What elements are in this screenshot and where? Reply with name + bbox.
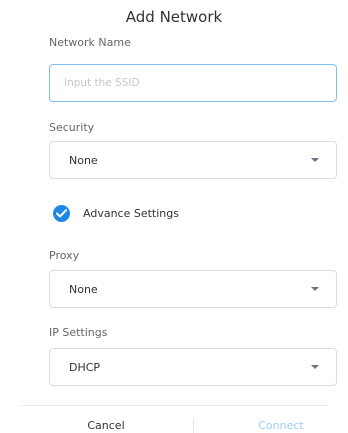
button-divider	[193, 419, 194, 433]
footer-divider	[20, 405, 328, 406]
network-name-input[interactable]	[49, 64, 337, 102]
caret-down-icon	[311, 287, 319, 291]
check-circle-icon[interactable]	[53, 205, 70, 222]
advance-settings-label: Advance Settings	[83, 207, 179, 220]
dialog-footer: Cancel Connect	[0, 405, 348, 433]
proxy-label: Proxy	[49, 249, 80, 262]
add-network-dialog: Add Network Network Name Security None A…	[0, 0, 348, 433]
proxy-selected-value: None	[69, 283, 98, 296]
dialog-title: Add Network	[125, 8, 223, 26]
caret-down-icon	[311, 365, 319, 369]
connect-button[interactable]: Connect	[221, 418, 341, 433]
ip-settings-selected-value: DHCP	[69, 361, 101, 374]
caret-down-icon	[311, 158, 319, 162]
ip-settings-label: IP Settings	[49, 326, 108, 339]
security-selected-value: None	[69, 154, 98, 167]
security-label: Security	[49, 121, 95, 134]
cancel-button[interactable]: Cancel	[46, 418, 166, 433]
ip-settings-select[interactable]: DHCP	[49, 348, 337, 386]
security-select[interactable]: None	[49, 141, 337, 179]
network-name-label: Network Name	[49, 36, 131, 49]
proxy-select[interactable]: None	[49, 270, 337, 308]
